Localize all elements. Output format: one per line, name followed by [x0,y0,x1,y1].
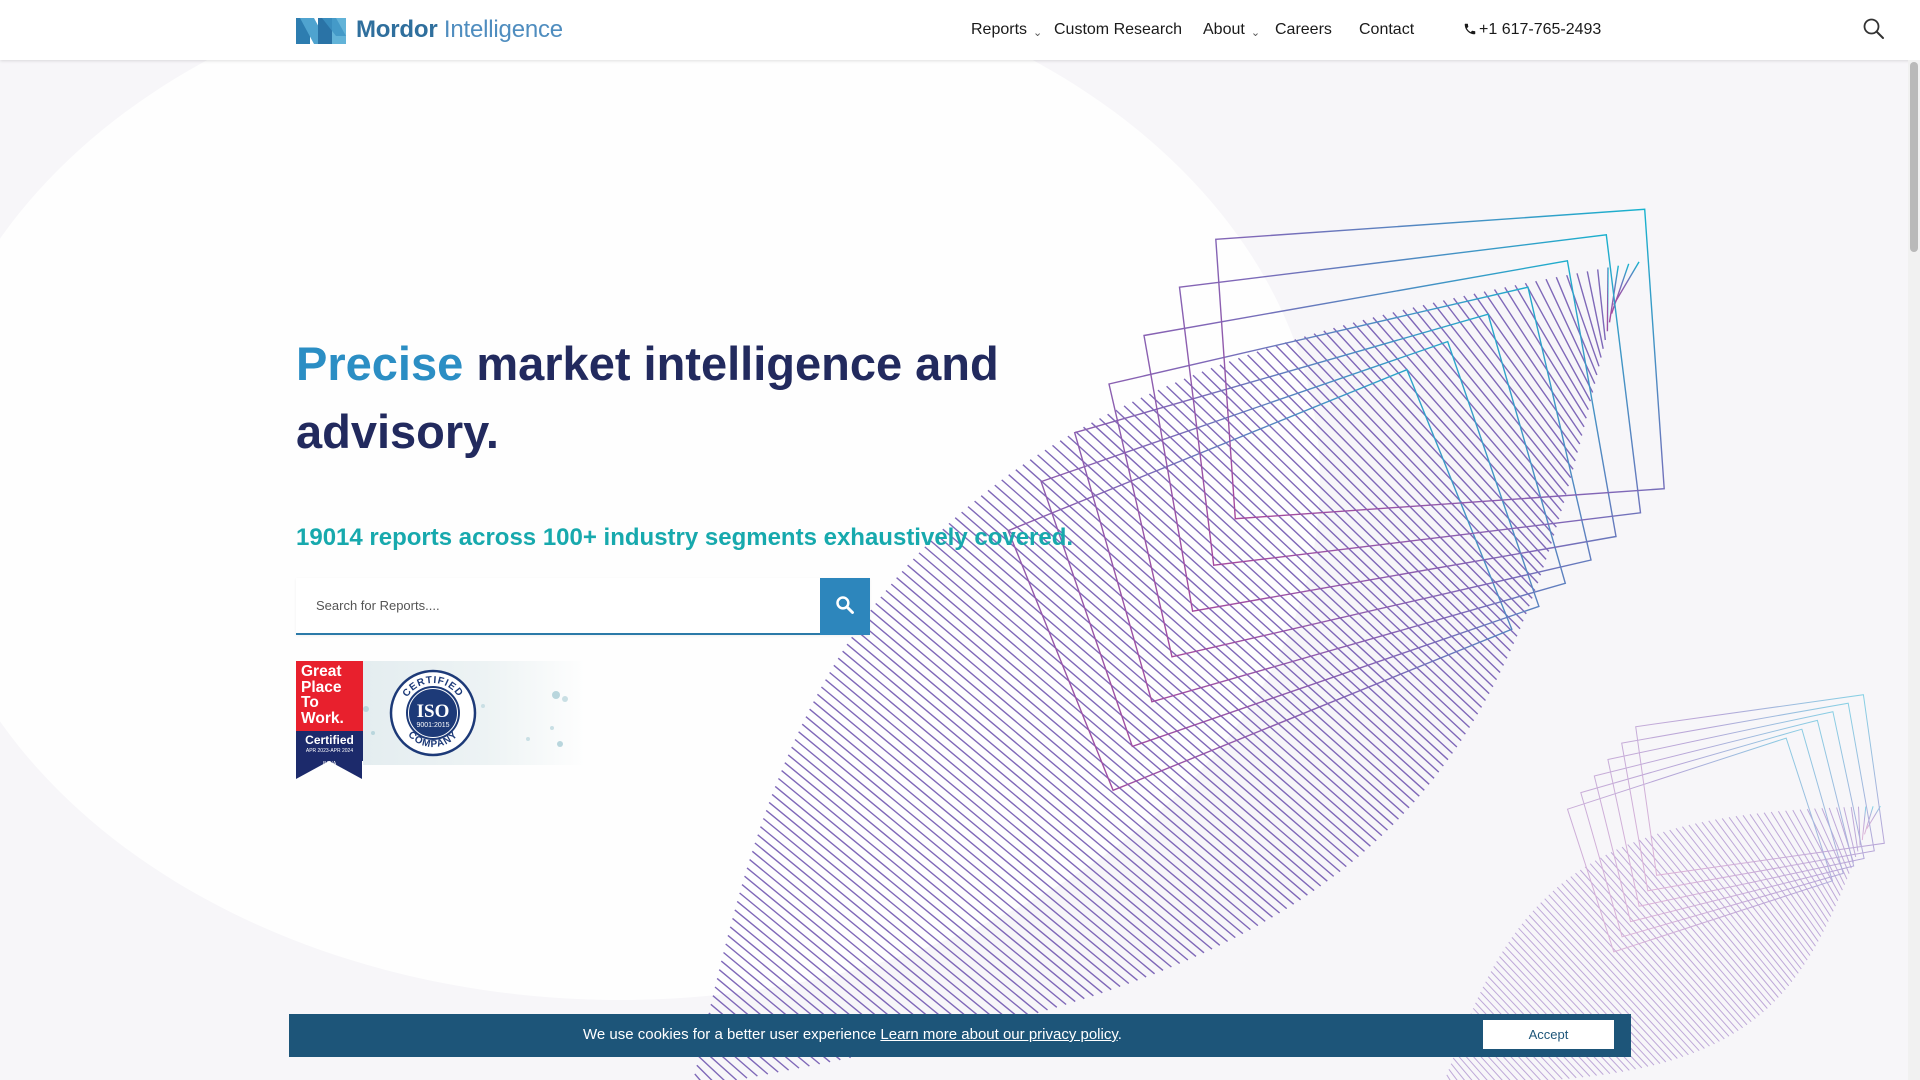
gptw-date: APR 2023-APR 2024 [305,748,354,754]
gptw-line: To [301,694,319,711]
chevron-down-icon: ⌄ [1250,27,1261,39]
iso-badge-panel: CERTIFIED COMPANY ISO 9001:2015 [363,661,586,765]
logo-mark-icon [296,16,346,44]
report-search-button[interactable] [820,578,870,635]
chevron-down-icon: ⌄ [1033,27,1043,39]
certification-badges: Great Place To Work. Certified APR 2023-… [296,661,586,781]
gptw-line: Work. [301,709,344,727]
report-search-input[interactable] [296,578,820,633]
great-place-to-work-badge: Great Place To Work. Certified APR 2023-… [296,661,363,779]
scrollbar-thumb[interactable] [1910,62,1918,252]
search-icon [1863,18,1884,39]
nav-reports-label: Reports [971,21,1028,38]
gptw-certified: Certified [305,733,354,747]
logo-wordmark: Mordor Intelligence [356,16,563,43]
cookie-message: We use cookies for a better user experie… [583,1025,1122,1045]
hero-subtitle: 19014 reports across 100+ industry segme… [296,524,1074,551]
nav-custom-research-label: Custom Research [1054,21,1183,38]
nav-about[interactable]: About ⌄ [1203,18,1260,43]
cookie-suffix: . [1117,1026,1122,1043]
report-search-form [296,578,870,635]
hero-background-art [0,60,1908,1080]
phone-link[interactable]: +1 617-765-2493 [1463,18,1601,42]
hero-title-accent: Precise [296,337,464,390]
phone-number: +1 617-765-2493 [1479,21,1602,38]
gptw-certified-band: Certified APR 2023-APR 2024 [296,731,363,761]
page-scrollbar[interactable] [1908,60,1920,1080]
hero-title: Precise market intelligence and advisory… [296,330,1056,466]
nav-reports[interactable]: Reports ⌄ [971,18,1042,43]
gptw-line: Place [301,678,342,696]
iso-decorative-dots [363,691,568,747]
search-icon [836,596,854,614]
nav-contact[interactable]: Contact [1359,18,1414,42]
cookie-text: We use cookies for a better user experie… [583,1026,877,1043]
nav-careers[interactable]: Careers [1275,18,1332,42]
nav-custom-research[interactable]: Custom Research [1054,18,1182,42]
gptw-country: INDIA [322,761,337,767]
top-navigation-bar: Mordor Intelligence Reports ⌄ Custom Rese… [0,0,1920,60]
cookie-consent-bar: We use cookies for a better user experie… [289,1014,1631,1057]
header-search-button[interactable] [1862,17,1886,41]
cookie-accept-button[interactable]: Accept [1483,1020,1614,1049]
phone-icon [1464,23,1476,35]
nav-contact-label: Contact [1359,21,1415,38]
nav-careers-label: Careers [1275,21,1332,38]
art-strand [1606,267,1609,332]
brand-logo[interactable]: Mordor Intelligence [296,14,563,46]
gptw-title: Great Place To Work. [296,661,363,731]
privacy-policy-link[interactable]: Learn more about our privacy policy [880,1026,1117,1043]
nav-about-label: About [1203,21,1245,38]
gptw-line: Great [301,663,342,680]
